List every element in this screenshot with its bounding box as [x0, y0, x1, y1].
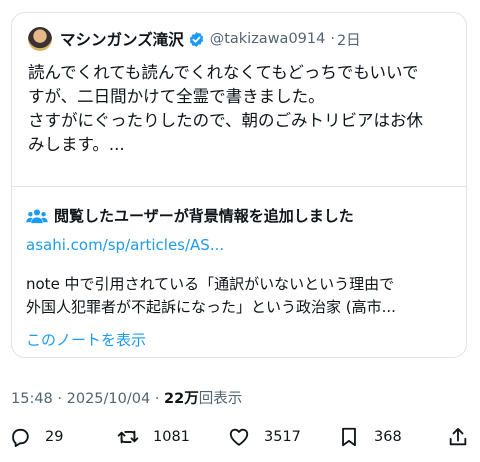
post-date[interactable]: 2025/10/04	[67, 391, 151, 407]
action-bar: 29 1081 3517 368	[0, 426, 480, 452]
views-count[interactable]: 22万	[164, 391, 199, 407]
like-icon	[229, 428, 249, 446]
quoted-text-line: すが、二日間かけて全霊で書きました。	[28, 87, 325, 106]
author-handle[interactable]: @takizawa0914	[210, 31, 326, 47]
community-note-title: 閲覧したユーザーが背景情報を追加しました	[54, 207, 354, 225]
reply-icon	[12, 428, 29, 447]
post-time-ago[interactable]: 2日	[337, 29, 361, 50]
community-note-header: 閲覧したユーザーが背景情報を追加しました	[26, 205, 354, 226]
repost-button[interactable]: 1081	[117, 426, 190, 448]
reply-button[interactable]: 29	[9, 426, 63, 448]
quoted-text-line: 読んでくれても読んでくれなくてもどっちでもいいで	[28, 63, 419, 82]
bookmark-icon	[342, 427, 356, 447]
quoted-text-line: さすがにぐったりしたので、朝のごみトリビアはお休	[28, 111, 424, 130]
share-icon	[449, 428, 467, 446]
note-body-line: note 中で引用されている「通訳がいないという理由で	[26, 275, 395, 293]
community-note: 閲覧したユーザーが背景情報を追加しました asahi.com/sp/articl…	[12, 186, 466, 357]
community-note-source-link[interactable]: asahi.com/sp/articles/AS...	[26, 236, 224, 254]
quoted-text-line: みします。...	[28, 135, 125, 154]
share-button[interactable]	[447, 426, 469, 448]
community-note-body: note 中で引用されている「通訳がいないという理由で 外国人犯罪者が不起訴にな…	[26, 273, 454, 319]
meta-separator: ·	[154, 391, 160, 407]
post-time[interactable]: 15:48	[11, 391, 53, 407]
like-count: 3517	[264, 429, 301, 445]
bookmark-button[interactable]: 368	[338, 426, 402, 448]
post-meta: 15:48 · 2025/10/04 · 22万回表示	[11, 387, 242, 408]
like-button[interactable]: 3517	[228, 426, 301, 448]
verified-badge-icon	[189, 31, 203, 47]
quoted-post-card[interactable]: マシンガンズ滝沢 @takizawa0914 · 2日 読んでくれても読んでくれ…	[11, 12, 467, 358]
quoted-post-header: マシンガンズ滝沢 @takizawa0914 · 2日	[28, 27, 361, 51]
show-note-link[interactable]: このノートを表示	[26, 329, 146, 350]
repost-count: 1081	[153, 429, 190, 445]
people-icon	[26, 208, 48, 223]
author-name[interactable]: マシンガンズ滝沢	[60, 28, 184, 50]
note-body-line: 外国人犯罪者が不起訴になった」という政治家 (高市...	[26, 298, 396, 316]
quoted-post-text: 読んでくれても読んでくれなくてもどっちでもいいで すが、二日間かけて全霊で書きま…	[28, 61, 456, 157]
repost-icon	[117, 430, 139, 444]
reply-count: 29	[45, 429, 64, 445]
meta-separator: ·	[330, 31, 335, 47]
bookmark-count: 368	[374, 429, 402, 445]
views-label[interactable]: 回表示	[199, 391, 243, 407]
meta-separator: ·	[57, 391, 63, 407]
avatar[interactable]	[28, 27, 52, 51]
